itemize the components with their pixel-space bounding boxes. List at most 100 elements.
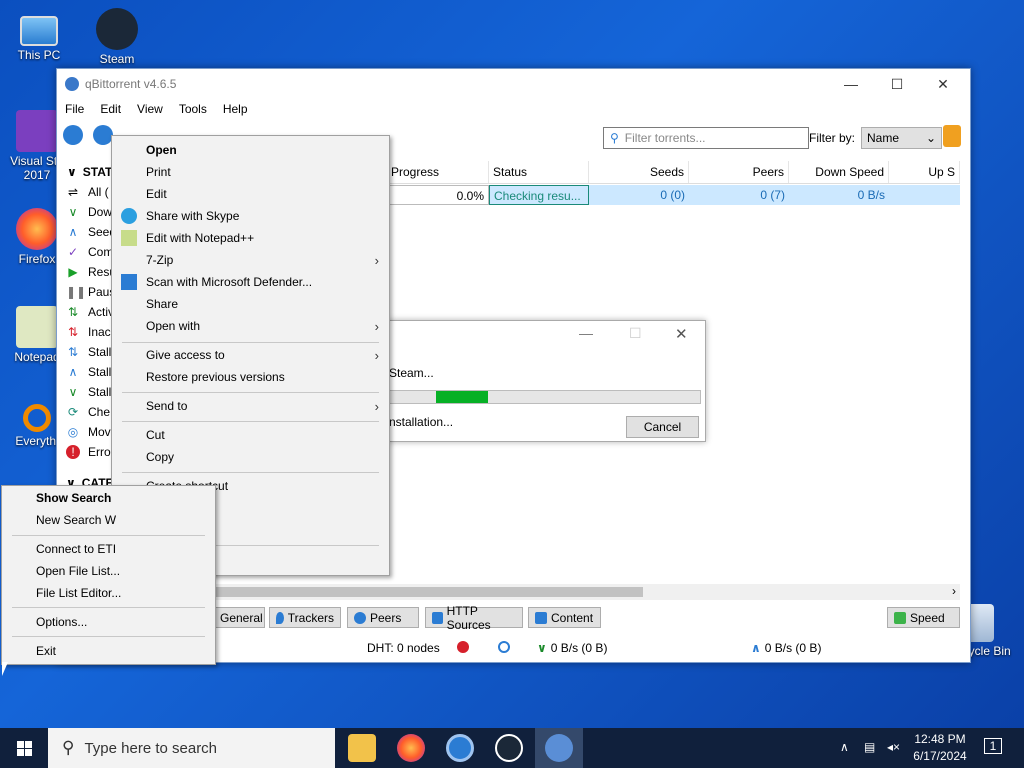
windows-logo-icon bbox=[16, 740, 32, 756]
scrollbar-thumb[interactable] bbox=[213, 587, 643, 597]
context-menu-item-open-with[interactable]: Open with › bbox=[112, 315, 389, 337]
file-explorer-icon[interactable] bbox=[348, 734, 376, 762]
sidebar-item-seeding[interactable]: ∧ Seed bbox=[66, 222, 116, 242]
download-speed-status[interactable]: ∨ 0 B/s (0 B) bbox=[537, 641, 607, 655]
add-link-icon[interactable] bbox=[63, 125, 83, 145]
sidebar-item-stalled-uploading[interactable]: ∧ Stall bbox=[66, 362, 112, 382]
tab-trackers[interactable]: Trackers bbox=[269, 607, 341, 628]
tab-general[interactable]: General bbox=[213, 607, 265, 628]
desktop-icon-this-pc[interactable]: This PC bbox=[4, 10, 74, 62]
table-row[interactable]: 0.0% Checking resu... 0 (0) 0 (7) 0 B/s bbox=[387, 185, 960, 205]
dialog-minimize-button[interactable]: — bbox=[579, 325, 593, 341]
qbittorrent-taskbar-button[interactable] bbox=[535, 728, 583, 768]
skype-icon bbox=[121, 208, 137, 224]
taskbar-search-box[interactable]: ⚲ Type here to search bbox=[48, 728, 335, 768]
column-down-speed[interactable]: Down Speed bbox=[789, 161, 889, 183]
filter-by-select[interactable]: Name ⌄ bbox=[861, 127, 942, 149]
context-menu-item-print[interactable]: Print bbox=[112, 161, 389, 183]
tab-peers[interactable]: Peers bbox=[347, 607, 419, 628]
sidebar-item-errored[interactable]: ! Erro bbox=[66, 442, 111, 462]
firefox-icon[interactable] bbox=[397, 734, 425, 762]
menu-separator bbox=[122, 392, 379, 393]
notification-center-button[interactable]: 1 bbox=[984, 738, 1002, 754]
column-seeds[interactable]: Seeds bbox=[589, 161, 689, 183]
horizontal-scrollbar[interactable]: › bbox=[213, 584, 960, 600]
lock-icon[interactable] bbox=[943, 125, 961, 147]
menu-file[interactable]: File bbox=[65, 102, 84, 116]
column-progress[interactable]: Progress bbox=[387, 161, 489, 183]
sidebar-item-inactive[interactable]: ⇅ Inac bbox=[66, 322, 111, 342]
column-peers[interactable]: Peers bbox=[689, 161, 789, 183]
sidebar-item-checking[interactable]: ⟳ Che bbox=[66, 402, 110, 422]
folder-icon bbox=[535, 611, 547, 624]
dialog-close-button[interactable]: ✕ bbox=[675, 325, 688, 343]
close-button[interactable]: ✕ bbox=[920, 69, 966, 99]
tray-menu-item-show-search[interactable]: Show Search bbox=[2, 487, 215, 509]
desktop-icon-steam[interactable]: Steam bbox=[82, 8, 152, 66]
minimize-button[interactable]: — bbox=[828, 69, 874, 99]
menu-edit[interactable]: Edit bbox=[100, 102, 121, 116]
sidebar-item-moving[interactable]: ◎ Mov bbox=[66, 422, 111, 442]
sidebar-item-completed[interactable]: ✓ Com bbox=[66, 242, 113, 262]
column-up-speed[interactable]: Up S bbox=[889, 161, 960, 183]
context-menu-item-send-to[interactable]: Send to › bbox=[112, 395, 389, 417]
filter-torrents-input[interactable]: ⚲ Filter torrents... bbox=[603, 127, 809, 149]
context-menu-item-open[interactable]: Open bbox=[112, 139, 389, 161]
tray-menu-item-label: Options... bbox=[36, 615, 88, 629]
move-icon: ◎ bbox=[67, 425, 79, 439]
notepadpp-icon bbox=[121, 230, 137, 246]
menu-tools[interactable]: Tools bbox=[179, 102, 207, 116]
context-menu-item-scan-with-microsoft-defender[interactable]: Scan with Microsoft Defender... bbox=[112, 271, 389, 293]
chrome-icon[interactable] bbox=[446, 734, 474, 762]
context-menu-item-cut[interactable]: Cut bbox=[112, 424, 389, 446]
tray-menu-item-connect-to-eti[interactable]: Connect to ETI bbox=[2, 538, 215, 560]
scroll-right-icon[interactable]: › bbox=[952, 584, 956, 598]
tray-menu-item-exit[interactable]: Exit bbox=[2, 640, 215, 662]
tab-content[interactable]: Content bbox=[528, 607, 601, 628]
tab-speed[interactable]: Speed bbox=[887, 607, 960, 628]
menu-separator bbox=[122, 421, 379, 422]
context-menu-item-edit-with-notepad[interactable]: Edit with Notepad++ bbox=[112, 227, 389, 249]
context-menu-item-share[interactable]: Share bbox=[112, 293, 389, 315]
tray-menu-item-open-file-list[interactable]: Open File List... bbox=[2, 560, 215, 582]
column-status[interactable]: Status bbox=[489, 161, 589, 183]
connection-status[interactable] bbox=[457, 641, 469, 653]
maximize-button[interactable]: ☐ bbox=[874, 69, 920, 99]
sidebar-item-stalled[interactable]: ⇅ Stall bbox=[66, 342, 111, 362]
context-menu-item-give-access-to[interactable]: Give access to › bbox=[112, 344, 389, 366]
context-menu-item-7-zip[interactable]: 7-Zip › bbox=[112, 249, 389, 271]
tray-menu-item-file-list-editor[interactable]: File List Editor... bbox=[2, 582, 215, 604]
steam-icon[interactable] bbox=[495, 734, 523, 762]
add-torrent-icon[interactable] bbox=[93, 125, 113, 145]
sidebar-item-label: Erro bbox=[88, 445, 111, 459]
context-menu-item-copy[interactable]: Copy bbox=[112, 446, 389, 468]
mouse-cursor-icon bbox=[2, 662, 8, 676]
volume-muted-icon[interactable]: ◂× bbox=[887, 740, 900, 754]
sidebar-item-resumed[interactable]: ▶ Resu bbox=[66, 262, 116, 282]
seeding-icon: ∧ bbox=[68, 225, 78, 239]
start-button[interactable] bbox=[0, 728, 48, 768]
upload-speed-status[interactable]: ∧ 0 B/s (0 B) bbox=[751, 641, 821, 655]
sidebar-item-downloading[interactable]: ∨ Dow bbox=[66, 202, 112, 222]
tray-menu-item-new-search-w[interactable]: New Search W bbox=[2, 509, 215, 531]
sidebar-item-all[interactable]: ⇌ All ( bbox=[66, 182, 109, 202]
context-menu-item-edit[interactable]: Edit bbox=[112, 183, 389, 205]
clock[interactable]: 12:48 PM 6/17/2024 bbox=[912, 732, 968, 763]
sidebar-item-active[interactable]: ⇅ Activ bbox=[66, 302, 114, 322]
menu-view[interactable]: View bbox=[137, 102, 163, 116]
context-menu-item-restore-previous-versions[interactable]: Restore previous versions bbox=[112, 366, 389, 388]
cancel-button[interactable]: Cancel bbox=[626, 416, 699, 438]
tray-menu-item-options[interactable]: Options... bbox=[2, 611, 215, 633]
menu-help[interactable]: Help bbox=[223, 102, 248, 116]
show-hidden-icons-icon[interactable]: ∧ bbox=[840, 740, 849, 754]
network-icon[interactable]: ▤ bbox=[864, 740, 875, 754]
sidebar-item-stalled-downloading[interactable]: ∨ Stall bbox=[66, 382, 112, 402]
context-menu-item-share-with-skype[interactable]: Share with Skype bbox=[112, 205, 389, 227]
alt-speed-status[interactable] bbox=[498, 641, 510, 653]
sidebar-item-label: Stall bbox=[88, 365, 112, 379]
dialog-status-text: Steam... bbox=[389, 366, 434, 380]
sidebar-item-paused[interactable]: ❚❚ Paus bbox=[66, 282, 115, 302]
tab-http-sources[interactable]: HTTP Sources bbox=[425, 604, 523, 632]
tray-menu-item-label: Show Search bbox=[36, 491, 112, 505]
chevron-right-icon: › bbox=[374, 398, 379, 414]
